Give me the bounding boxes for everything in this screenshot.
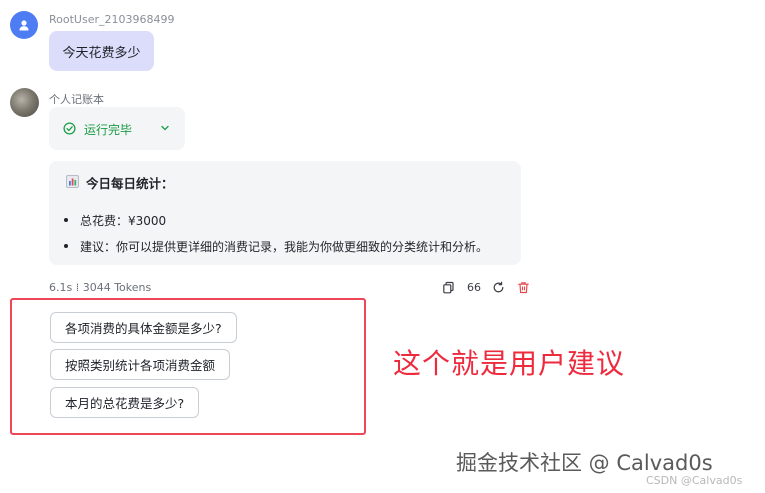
suggestion-button[interactable]: 本月的总花费是多少? bbox=[50, 387, 200, 418]
copy-icon[interactable] bbox=[442, 281, 455, 294]
bot-name: 个人记账本 bbox=[49, 93, 104, 106]
bar-chart-emoji-icon bbox=[66, 175, 79, 188]
answer-title: 今日每日统计： bbox=[86, 176, 174, 191]
bullet bbox=[64, 244, 68, 248]
answer-line-total: 总花费：¥3000 bbox=[80, 214, 167, 228]
chevron-down-icon[interactable] bbox=[159, 122, 171, 134]
check-circle-icon bbox=[63, 122, 76, 135]
user-message-text: 今天花费多少 bbox=[62, 45, 141, 61]
answer-line-suggestion: 建议：你可以提供更详细的消费记录，我能为你做更细致的分类统计和分析。 bbox=[80, 240, 489, 254]
run-status-text: 运行完毕 bbox=[84, 123, 133, 137]
quote-button[interactable]: 66 bbox=[467, 281, 481, 294]
watermark: 掘金技术社区 @ Calvad0s bbox=[456, 451, 713, 475]
suggestion-button[interactable]: 各项消费的具体金额是多少? bbox=[50, 312, 237, 343]
trash-icon[interactable] bbox=[517, 281, 530, 294]
person-icon bbox=[19, 20, 29, 31]
user-name: RootUser_2103968499 bbox=[49, 13, 175, 26]
user-avatar bbox=[10, 11, 38, 39]
refresh-icon[interactable] bbox=[492, 281, 505, 294]
response-meta: 6.1s ⁞ 3044 Tokens bbox=[49, 281, 152, 294]
suggestion-button[interactable]: 按照类别统计各项消费金额 bbox=[50, 349, 231, 380]
annotation-label: 这个就是用户建议 bbox=[393, 347, 626, 380]
bot-avatar bbox=[10, 88, 39, 117]
watermark-small: CSDN @Calvad0s bbox=[646, 474, 743, 487]
user-message-bubble: 今天花费多少 bbox=[49, 31, 154, 71]
bullet bbox=[64, 218, 68, 222]
